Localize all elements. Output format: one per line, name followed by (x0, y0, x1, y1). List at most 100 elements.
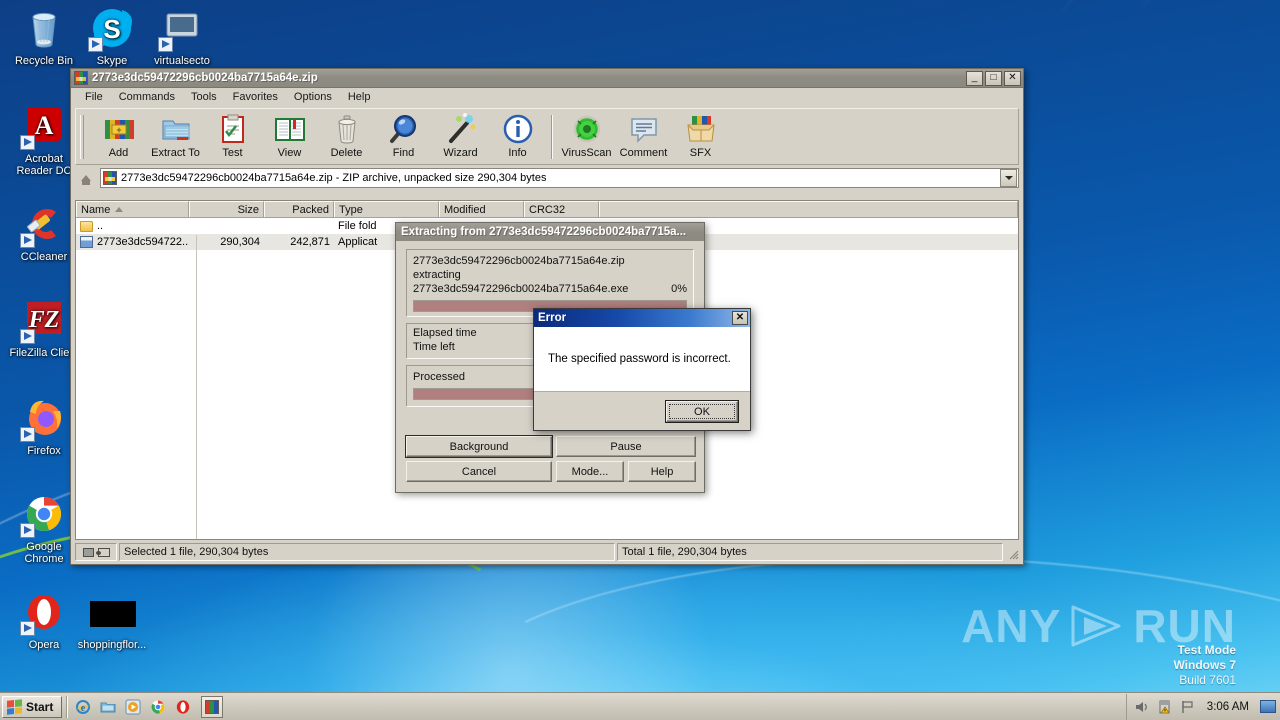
toolbar-button-sfx[interactable]: SFX (672, 111, 729, 163)
statusbar-icons (75, 543, 117, 561)
toolbar-label: Test (222, 146, 243, 159)
background-button[interactable]: Background (405, 435, 553, 458)
shortcut-overlay-icon (20, 427, 35, 442)
chevron-down-icon[interactable] (1000, 169, 1017, 187)
show-desktop-folder-icon[interactable] (100, 699, 116, 715)
menu-item-favorites[interactable]: Favorites (225, 90, 286, 104)
cell-name: .. (97, 220, 104, 232)
desktop-icon-recycle-bin[interactable]: Recycle Bin (8, 4, 80, 67)
menu-item-options[interactable]: Options (286, 90, 340, 104)
resize-grip-icon[interactable] (1005, 543, 1019, 561)
drive-icon (82, 547, 94, 557)
archive-path-text: 2773e3dc59472296cb0024ba7715a64e.zip - Z… (121, 172, 547, 184)
toolbar-grip[interactable] (80, 114, 84, 159)
desktop-icon-opera[interactable]: Opera (8, 588, 80, 651)
extract-action: extracting (413, 269, 461, 281)
close-icon[interactable]: ✕ (732, 311, 748, 325)
desktop-icon-shoppingflor[interactable]: shoppingflor... (76, 588, 148, 651)
virtualsector-icon (158, 4, 206, 52)
toolbar-button-virusscan[interactable]: VirusScan (558, 111, 615, 163)
find-magnifier-icon (388, 113, 420, 145)
error-dialog[interactable]: Error ✕ The specified password is incorr… (533, 308, 751, 431)
network-flag-icon[interactable] (1180, 699, 1196, 715)
toolbar-button-info[interactable]: Info (489, 111, 546, 163)
extract-dialog-buttons[interactable]: Background Pause Cancel Mode... Help (405, 432, 696, 482)
taskbar-task-list[interactable] (201, 695, 224, 718)
winrar-books-icon (205, 699, 220, 714)
extract-archive-name: 2773e3dc59472296cb0024ba7715a64e.zip (413, 255, 625, 267)
selection-icon (95, 547, 110, 557)
menu-item-help[interactable]: Help (340, 90, 379, 104)
toolbar-button-view[interactable]: View (261, 111, 318, 163)
start-button[interactable]: Start (2, 695, 63, 718)
column-header-type[interactable]: Type (334, 201, 439, 217)
menu-item-tools[interactable]: Tools (183, 90, 225, 104)
extract-progress-group: 2773e3dc59472296cb0024ba7715a64e.zip ext… (406, 249, 694, 317)
quick-launch-bar[interactable]: e (72, 699, 191, 715)
comment-bubble-icon (628, 113, 660, 145)
windows-logo-icon (7, 698, 22, 715)
taskbar[interactable]: Start e 3:06 AM (0, 692, 1280, 720)
menu-item-commands[interactable]: Commands (111, 90, 183, 104)
toolbar-button-wizard[interactable]: Wizard (432, 111, 489, 163)
error-dialog-titlebar[interactable]: Error ✕ (534, 309, 750, 327)
media-player-icon[interactable] (125, 699, 141, 715)
internet-explorer-icon[interactable]: e (75, 699, 91, 715)
help-button[interactable]: Help (628, 461, 696, 482)
wallpaper-contrail (1139, 0, 1210, 12)
column-header-crc32[interactable]: CRC32 (524, 201, 599, 217)
minimize-button[interactable]: _ (966, 70, 983, 86)
toolbar-button-find[interactable]: Find (375, 111, 432, 163)
opera-icon[interactable] (175, 699, 191, 715)
action-center-warning-icon[interactable] (1157, 699, 1173, 715)
svg-text:A: A (35, 111, 54, 140)
ok-button[interactable]: OK (665, 400, 739, 423)
toolbar-button-add[interactable]: + Add (90, 111, 147, 163)
acrobat-reader-icon: A (20, 102, 68, 150)
chrome-icon[interactable] (150, 699, 166, 715)
taskbar-divider (66, 695, 69, 718)
column-header-name[interactable]: Name (76, 201, 189, 217)
column-header-packed[interactable]: Packed (264, 201, 334, 217)
list-pane-splitter[interactable] (196, 235, 197, 539)
toolbar-button-extract-to[interactable]: Extract To (147, 111, 204, 163)
toolbar-button-test[interactable]: Test (204, 111, 261, 163)
cancel-button[interactable]: Cancel (406, 461, 552, 482)
close-icon: ✕ (1008, 72, 1017, 83)
shortcut-overlay-icon (20, 523, 35, 538)
menu-item-file[interactable]: File (77, 90, 111, 104)
skype-icon: S (88, 4, 136, 52)
column-header-modified[interactable]: Modified (439, 201, 524, 217)
winrar-task-button[interactable] (201, 695, 224, 718)
volume-icon[interactable] (1134, 699, 1150, 715)
show-desktop-button[interactable] (1260, 700, 1276, 713)
maximize-button[interactable]: □ (985, 70, 1002, 86)
toolbar-button-comment[interactable]: Comment (615, 111, 672, 163)
shoppingflor-icon (88, 588, 148, 636)
up-arrow-icon[interactable] (75, 168, 97, 188)
mode-button[interactable]: Mode... (556, 461, 624, 482)
column-header-size[interactable]: Size (189, 201, 264, 217)
file-list-header[interactable]: Name Size Packed Type Modified CRC32 (76, 201, 1018, 218)
error-dialog-footer: OK (534, 392, 750, 431)
winrar-titlebar[interactable]: 2773e3dc59472296cb0024ba7715a64e.zip _ □… (71, 69, 1023, 88)
winrar-menubar[interactable]: File Commands Tools Favorites Options He… (71, 88, 1023, 106)
winrar-address-bar[interactable]: 2773e3dc59472296cb0024ba7715a64e.zip - Z… (75, 168, 1019, 188)
taskbar-clock[interactable]: 3:06 AM (1203, 701, 1253, 713)
shortcut-overlay-icon (88, 37, 103, 52)
desktop-icon-label: shoppingflor... (77, 639, 147, 651)
desktop-icon-virtualsector[interactable]: virtualsecto (146, 4, 218, 67)
toolbar-button-delete[interactable]: Delete (318, 111, 375, 163)
toolbar-label: View (277, 146, 302, 159)
close-button[interactable]: ✕ (1004, 70, 1021, 86)
column-label: Name (81, 203, 111, 216)
pause-button[interactable]: Pause (556, 436, 696, 457)
archive-path-combo[interactable]: 2773e3dc59472296cb0024ba7715a64e.zip - Z… (100, 168, 1019, 188)
system-tray[interactable]: 3:06 AM (1125, 693, 1280, 720)
winrar-toolbar[interactable]: + Add Extract To Test View Delete Find W… (75, 108, 1019, 165)
info-circle-icon (502, 113, 534, 145)
column-label: Size (237, 203, 259, 216)
desktop-icon-skype[interactable]: S Skype (76, 4, 148, 67)
test-clipboard-icon (217, 113, 249, 145)
desktop[interactable]: Recycle Bin S Skype virtualsecto A Acrob… (0, 0, 1280, 720)
